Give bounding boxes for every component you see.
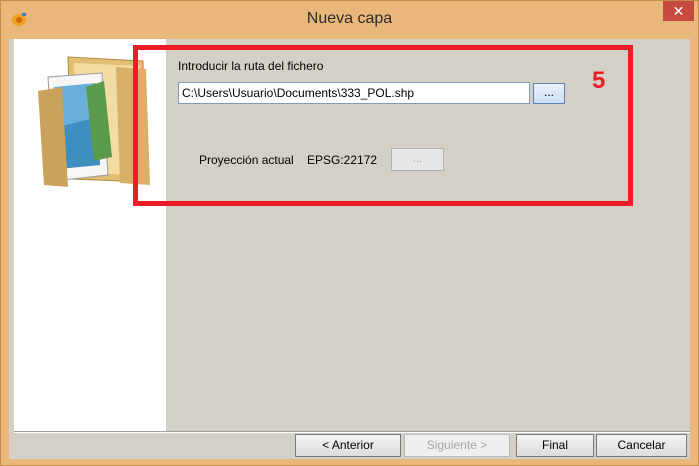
dialog-window: Nueva capa ✕ Introducir la ruta del fich… [0, 0, 699, 466]
title-bar[interactable]: Nueva capa ✕ [1, 1, 698, 39]
wizard-body: Introducir la ruta del fichero C:\Users\… [9, 39, 690, 459]
annotation-step-number: 5 [592, 67, 606, 94]
next-button: Siguiente > [404, 434, 510, 457]
close-button[interactable]: ✕ [663, 1, 694, 21]
window-title: Nueva capa [306, 10, 393, 27]
cancel-button[interactable]: Cancelar [596, 434, 687, 457]
back-button[interactable]: < Anterior [295, 434, 401, 457]
finish-button[interactable]: Final [516, 434, 594, 457]
annotation-highlight-box [133, 45, 633, 206]
close-icon: ✕ [672, 3, 685, 19]
footer-divider-highlight [14, 432, 690, 433]
